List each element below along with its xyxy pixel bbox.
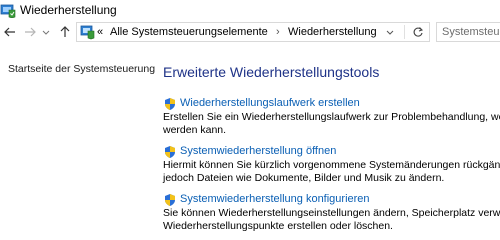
back-arrow-icon[interactable] [2, 24, 18, 40]
address-bar[interactable]: « Alle Systemsteuerungselemente › Wieder… [76, 22, 430, 42]
breadcrumb-current[interactable]: Wiederherstellung [288, 26, 377, 38]
refresh-icon[interactable] [411, 25, 425, 39]
task-description-line: Hiermit können Sie kürzlich vorgenommene… [163, 159, 500, 171]
chevron-down-icon[interactable] [40, 24, 52, 40]
recovery-shield-icon [0, 2, 16, 19]
forward-arrow-icon[interactable] [22, 24, 38, 40]
task-description-line: Erstellen Sie ein Wiederherstellungslauf… [163, 111, 500, 123]
control-panel-window: Wiederherstellung « Alle Systemsteuerung… [0, 0, 500, 240]
configure-system-restore-link[interactable]: Systemwiederherstellung konfigurieren [180, 193, 370, 205]
address-overflow[interactable]: « [97, 26, 103, 38]
uac-shield-icon [163, 193, 177, 207]
task-description-line: Sie können Wiederherstellungseinstellung… [163, 207, 500, 219]
open-system-restore-link[interactable]: Systemwiederherstellung öffnen [180, 145, 336, 157]
breadcrumb-separator[interactable]: › [276, 26, 280, 38]
chevron-down-icon[interactable] [383, 25, 397, 39]
sidebar-link-control-panel-home[interactable]: Startseite der Systemsteuerung [8, 63, 155, 75]
address-divider [404, 25, 405, 39]
breadcrumb-all-items[interactable]: Alle Systemsteuerungselemente [110, 26, 268, 38]
search-input[interactable]: Systemsteuerung durchsuchen [436, 22, 500, 42]
task-description-line: jedoch Dateien wie Dokumente, Bilder und… [163, 172, 445, 184]
page-title: Erweiterte Wiederherstellungstools [163, 64, 380, 80]
up-arrow-icon[interactable] [57, 24, 73, 40]
title-bar: Wiederherstellung [0, 0, 500, 20]
navigation-bar: « Alle Systemsteuerungselemente › Wieder… [0, 20, 500, 46]
uac-shield-icon [163, 97, 177, 111]
control-panel-icon [80, 24, 96, 40]
task-description-line: werden kann. [163, 124, 227, 136]
create-recovery-drive-link[interactable]: Wiederherstellungslaufwerk erstellen [180, 97, 360, 109]
window-title: Wiederherstellung [20, 3, 117, 17]
task-description-line: Wiederherstellungspunkte erstellen oder … [163, 220, 393, 232]
uac-shield-icon [163, 145, 177, 159]
